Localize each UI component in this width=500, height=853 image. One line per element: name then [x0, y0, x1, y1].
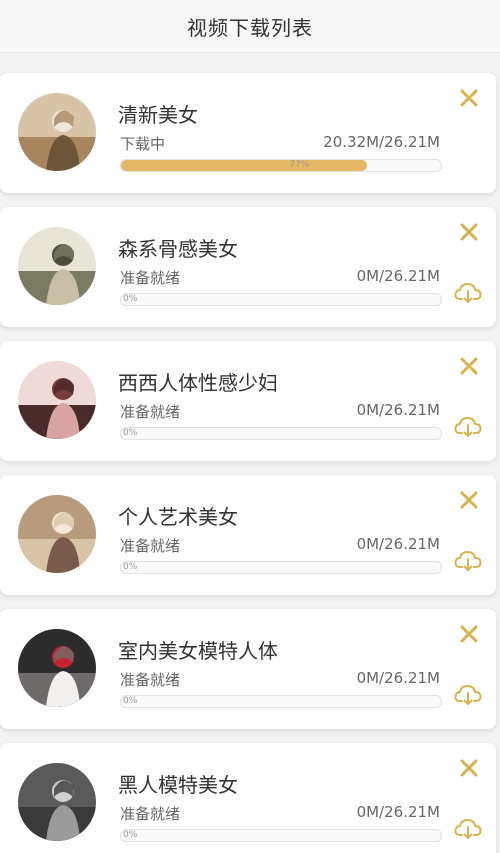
download-list: 清新美女 下载中 20.32M/26.21M 77% 森系骨感美女 准备就绪 0… — [0, 53, 500, 853]
video-title: 室内美女模特人体 — [118, 639, 278, 663]
close-icon[interactable] — [458, 221, 480, 243]
progress-label: 77% — [289, 160, 310, 170]
download-size: 0M/26.21M — [356, 669, 440, 687]
video-title: 森系骨感美女 — [118, 237, 238, 261]
progress-bar: 0% — [120, 695, 442, 708]
progress-bar: 0% — [120, 293, 442, 306]
download-status: 下载中 — [120, 135, 166, 153]
download-item-card[interactable]: 黑人模特美女 准备就绪 0M/26.21M 0% — [0, 743, 496, 853]
close-icon[interactable] — [458, 355, 480, 377]
progress-label: 0% — [123, 562, 138, 572]
video-title: 西西人体性感少妇 — [118, 371, 278, 395]
cloud-download-icon[interactable] — [454, 683, 482, 707]
close-icon[interactable] — [458, 757, 480, 779]
download-size: 20.32M/26.21M — [323, 133, 440, 151]
download-size: 0M/26.21M — [356, 401, 440, 419]
video-thumbnail-avatar[interactable] — [18, 361, 96, 439]
download-status: 准备就绪 — [120, 403, 181, 421]
close-icon[interactable] — [458, 87, 480, 109]
download-status: 准备就绪 — [120, 269, 181, 287]
video-thumbnail-avatar[interactable] — [18, 93, 96, 171]
download-item-card[interactable]: 个人艺术美女 准备就绪 0M/26.21M 0% — [0, 475, 496, 595]
video-title: 黑人模特美女 — [118, 773, 238, 797]
video-title: 清新美女 — [118, 103, 198, 127]
download-status: 准备就绪 — [120, 537, 181, 555]
progress-label: 0% — [123, 696, 138, 706]
video-title: 个人艺术美女 — [118, 505, 238, 529]
close-icon[interactable] — [458, 623, 480, 645]
header-bar: 视频下载列表 — [0, 0, 500, 53]
video-thumbnail-avatar[interactable] — [18, 629, 96, 707]
download-size: 0M/26.21M — [356, 803, 440, 821]
cloud-download-icon[interactable] — [454, 415, 482, 439]
download-status: 准备就绪 — [120, 805, 181, 823]
progress-bar-fill — [121, 160, 368, 171]
progress-label: 0% — [123, 294, 138, 304]
cloud-download-icon[interactable] — [454, 281, 482, 305]
progress-bar: 77% — [120, 159, 442, 172]
close-icon[interactable] — [458, 489, 480, 511]
progress-bar: 0% — [120, 829, 442, 842]
download-item-card[interactable]: 室内美女模特人体 准备就绪 0M/26.21M 0% — [0, 609, 496, 729]
video-thumbnail-avatar[interactable] — [18, 763, 96, 841]
download-status: 准备就绪 — [120, 671, 181, 689]
video-thumbnail-avatar[interactable] — [18, 227, 96, 305]
progress-label: 0% — [123, 830, 138, 840]
download-size: 0M/26.21M — [356, 267, 440, 285]
download-size: 0M/26.21M — [356, 535, 440, 553]
download-item-card[interactable]: 西西人体性感少妇 准备就绪 0M/26.21M 0% — [0, 341, 496, 461]
progress-bar: 0% — [120, 427, 442, 440]
video-thumbnail-avatar[interactable] — [18, 495, 96, 573]
progress-bar: 0% — [120, 561, 442, 574]
download-item-card[interactable]: 清新美女 下载中 20.32M/26.21M 77% — [0, 73, 496, 193]
progress-label: 0% — [123, 428, 138, 438]
page-title: 视频下载列表 — [187, 15, 313, 40]
cloud-download-icon[interactable] — [454, 549, 482, 573]
cloud-download-icon[interactable] — [454, 817, 482, 841]
download-item-card[interactable]: 森系骨感美女 准备就绪 0M/26.21M 0% — [0, 207, 496, 327]
